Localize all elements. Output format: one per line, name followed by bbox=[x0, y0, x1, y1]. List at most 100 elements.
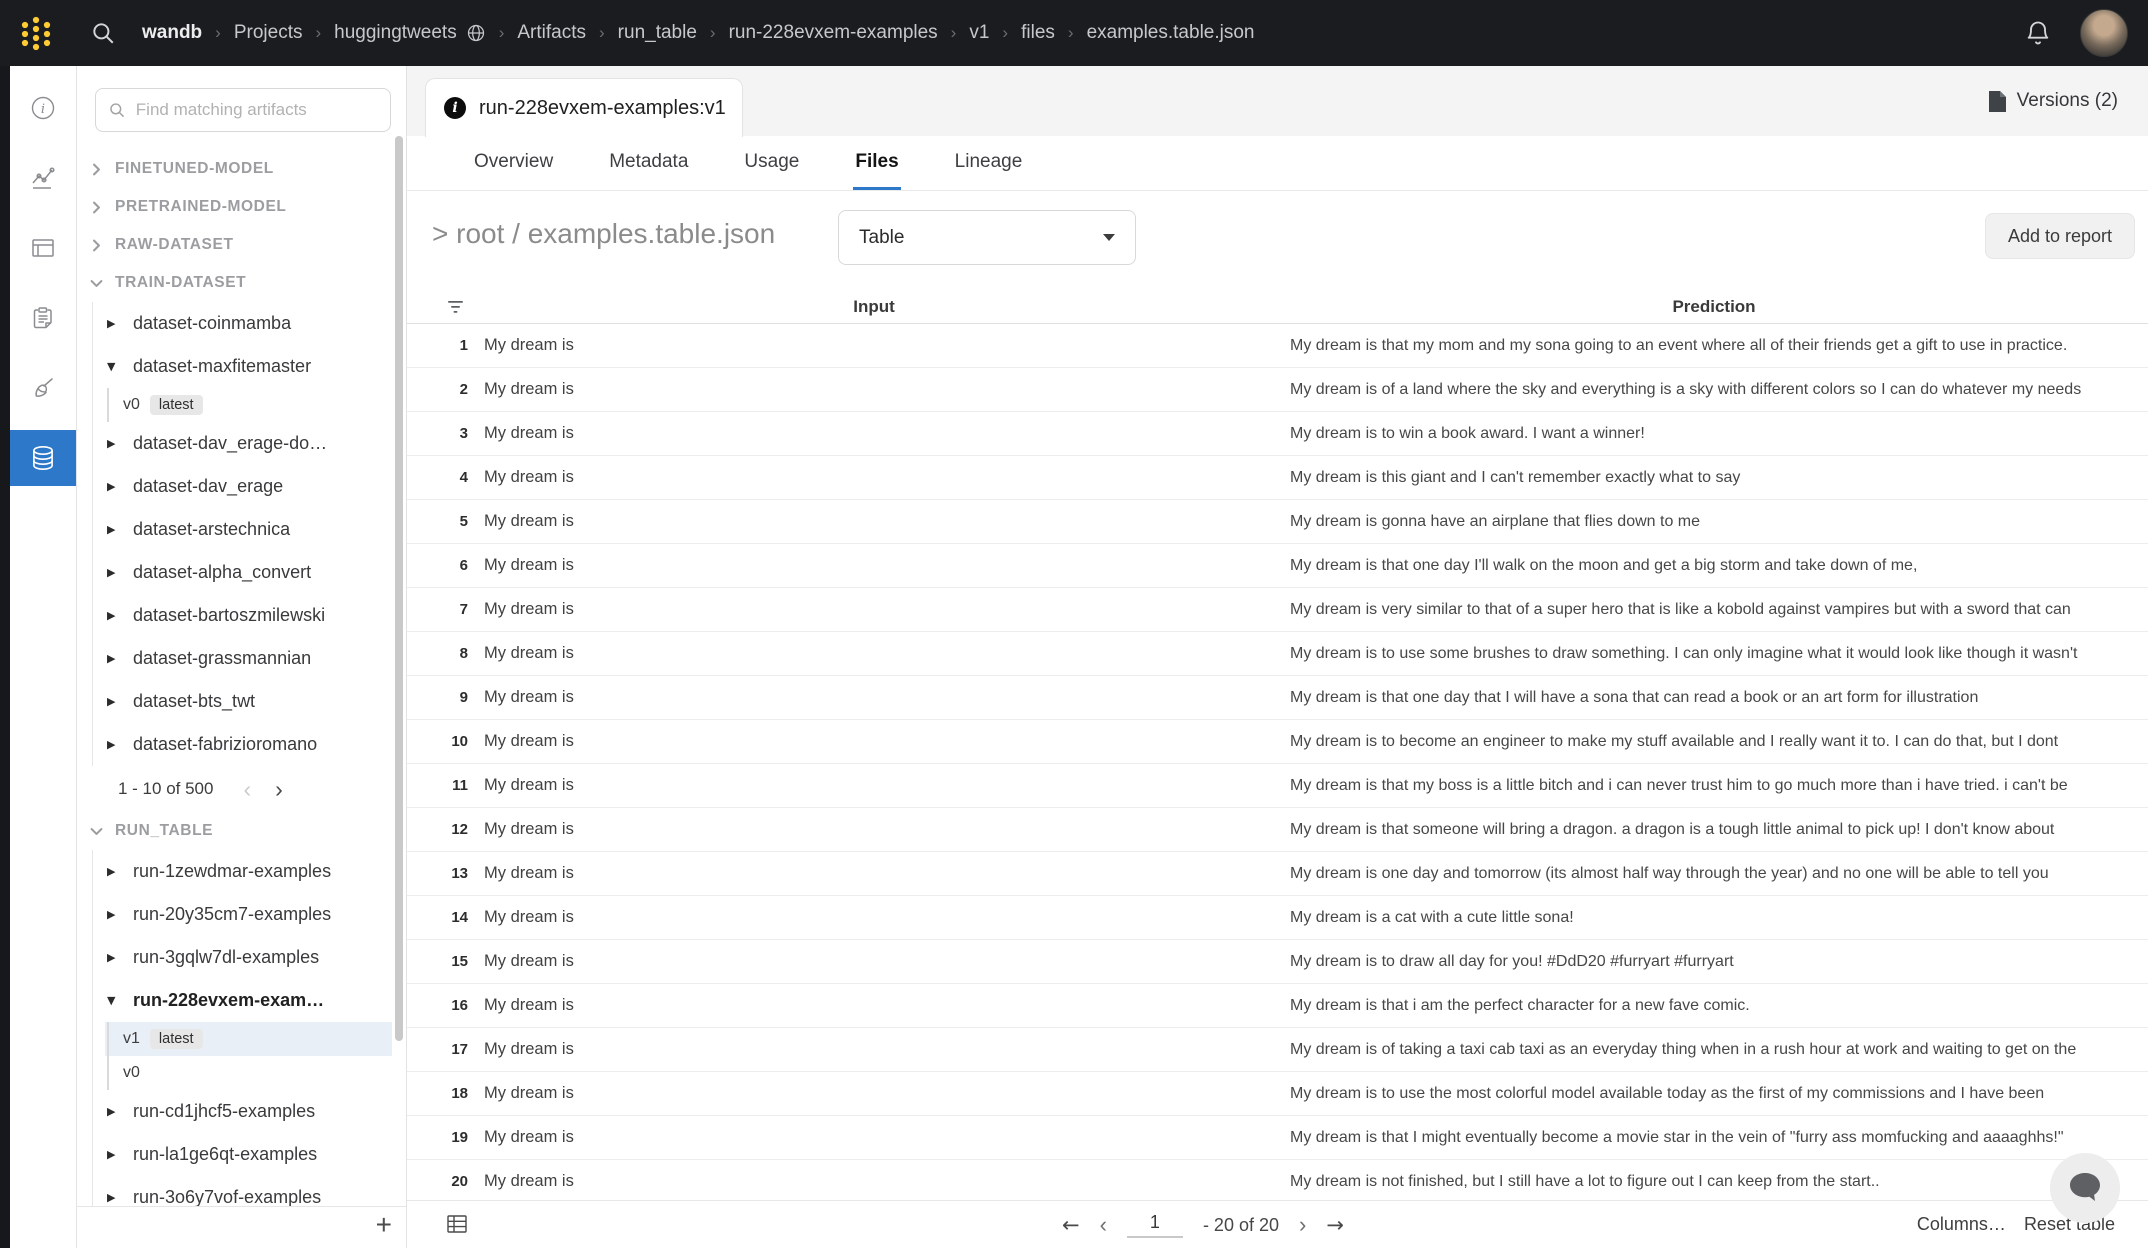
table-row[interactable]: 1My dream isMy dream is that my mom and … bbox=[407, 324, 2148, 368]
table-row[interactable]: 6My dream isMy dream is that one day I'l… bbox=[407, 544, 2148, 588]
column-header-prediction[interactable]: Prediction bbox=[1280, 297, 2148, 317]
tree-item-dataset-maxfitemaster[interactable]: ▼dataset-maxfitemaster bbox=[77, 345, 394, 388]
sidebar-scrollbar[interactable] bbox=[395, 136, 403, 1041]
versions-button[interactable]: Versions (2) bbox=[1988, 66, 2118, 136]
tree-item-run-20y35cm7-examples[interactable]: ▶run-20y35cm7-examples bbox=[77, 893, 394, 936]
artifact-search-input[interactable] bbox=[134, 99, 378, 121]
last-page-arrow[interactable]: → bbox=[1326, 1213, 1344, 1237]
version-label: v0 bbox=[123, 396, 140, 414]
input-cell: My dream is bbox=[468, 512, 1280, 531]
breadcrumb-artifacts[interactable]: Artifacts bbox=[517, 22, 586, 44]
table-row[interactable]: 13My dream isMy dream is one day and tom… bbox=[407, 852, 2148, 896]
table-row[interactable]: 10My dream isMy dream is to become an en… bbox=[407, 720, 2148, 764]
breadcrumb-run-228evxem-examples[interactable]: run-228evxem-examples bbox=[729, 22, 938, 44]
add-artifact-button[interactable]: + bbox=[376, 1209, 392, 1241]
artifact-version-tab[interactable]: i run-228evxem-examples:v1 bbox=[425, 78, 743, 137]
breadcrumb-v1[interactable]: v1 bbox=[969, 22, 989, 44]
tree-item-dataset-alpha-convert[interactable]: ▶dataset-alpha_convert bbox=[77, 551, 394, 594]
tab-lineage[interactable]: Lineage bbox=[953, 136, 1025, 190]
table-row[interactable]: 2My dream isMy dream is of a land where … bbox=[407, 368, 2148, 412]
breadcrumb-wandb[interactable]: wandb bbox=[142, 22, 202, 44]
tree-item-run-228evxem-exam[interactable]: ▼run-228evxem-exam… bbox=[77, 979, 394, 1022]
breadcrumb-files[interactable]: files bbox=[1021, 22, 1055, 44]
tree-item-dataset-bartoszmilewski[interactable]: ▶dataset-bartoszmilewski bbox=[77, 594, 394, 637]
prev-page-chevron[interactable]: ‹ bbox=[1100, 1212, 1107, 1238]
filter-icon[interactable] bbox=[447, 300, 464, 314]
breadcrumb-run-table[interactable]: run_table bbox=[618, 22, 697, 44]
tree-item-run-la1ge6qt-examples[interactable]: ▶run-la1ge6qt-examples bbox=[77, 1133, 394, 1176]
triangle-down-icon: ▼ bbox=[107, 360, 120, 373]
rail-item-sweeps[interactable] bbox=[10, 353, 76, 423]
rail-item-info[interactable]: i bbox=[10, 73, 76, 143]
tree-section-run-table[interactable]: RUN_TABLE bbox=[77, 812, 394, 850]
rail-item-reports[interactable] bbox=[10, 283, 76, 353]
table-row[interactable]: 9My dream isMy dream is that one day tha… bbox=[407, 676, 2148, 720]
breadcrumb-huggingtweets[interactable]: huggingtweets bbox=[334, 22, 457, 44]
tab-files[interactable]: Files bbox=[853, 136, 900, 190]
tree-version-v1[interactable]: v1latest bbox=[77, 1022, 394, 1056]
table-row[interactable]: 20My dream isMy dream is not finished, b… bbox=[407, 1160, 2148, 1204]
view-mode-select[interactable]: Table bbox=[838, 210, 1136, 265]
tree-item-dataset-arstechnica[interactable]: ▶dataset-arstechnica bbox=[77, 508, 394, 551]
tree-version-v0[interactable]: v0 bbox=[77, 1056, 394, 1090]
tree-item-dataset-bts-twt[interactable]: ▶dataset-bts_twt bbox=[77, 680, 394, 723]
tree-item-run-3gqlw7dl-examples[interactable]: ▶run-3gqlw7dl-examples bbox=[77, 936, 394, 979]
search-icon[interactable] bbox=[90, 20, 116, 46]
tree-version-v0[interactable]: v0latest bbox=[77, 388, 394, 422]
tree-item-dataset-grassmannian[interactable]: ▶dataset-grassmannian bbox=[77, 637, 394, 680]
row-index: 9 bbox=[420, 689, 468, 706]
breadcrumb-projects[interactable]: Projects bbox=[234, 22, 303, 44]
table-row[interactable]: 3My dream isMy dream is to win a book aw… bbox=[407, 412, 2148, 456]
tree-item-run-1zewdmar-examples[interactable]: ▶run-1zewdmar-examples bbox=[77, 850, 394, 893]
rail-item-charts[interactable] bbox=[10, 143, 76, 213]
table-row[interactable]: 19My dream isMy dream is that I might ev… bbox=[407, 1116, 2148, 1160]
file-path[interactable]: > root / examples.table.json bbox=[432, 218, 775, 250]
tree-section-finetuned-model[interactable]: FINETUNED-MODEL bbox=[77, 150, 394, 188]
chat-support-fab[interactable] bbox=[2050, 1153, 2120, 1223]
table-row[interactable]: 17My dream isMy dream is of taking a tax… bbox=[407, 1028, 2148, 1072]
table-row[interactable]: 16My dream isMy dream is that i am the p… bbox=[407, 984, 2148, 1028]
tree-item-dataset-dav-erage-do[interactable]: ▶dataset-dav_erage-do… bbox=[77, 422, 394, 465]
tab-metadata[interactable]: Metadata bbox=[607, 136, 690, 190]
rail-item-tables[interactable] bbox=[10, 213, 76, 283]
tree-item-dataset-fabrizioromano[interactable]: ▶dataset-fabrizioromano bbox=[77, 723, 394, 766]
table-row[interactable]: 12My dream isMy dream is that someone wi… bbox=[407, 808, 2148, 852]
page-number-input[interactable]: 1 bbox=[1127, 1212, 1183, 1238]
tree-section-train-dataset[interactable]: TRAIN-DATASET bbox=[77, 264, 394, 302]
chat-bubble-icon bbox=[2067, 1171, 2103, 1205]
tree-item-run-cd1jhcf5-examples[interactable]: ▶run-cd1jhcf5-examples bbox=[77, 1090, 394, 1133]
rail-item-artifacts[interactable] bbox=[10, 430, 76, 486]
tree-item-dataset-dav-erage[interactable]: ▶dataset-dav_erage bbox=[77, 465, 394, 508]
table-row[interactable]: 4My dream isMy dream is this giant and I… bbox=[407, 456, 2148, 500]
breadcrumb-examples-table-json[interactable]: examples.table.json bbox=[1087, 22, 1255, 44]
table-view-icon[interactable] bbox=[447, 1215, 467, 1233]
table-row[interactable]: 14My dream isMy dream is a cat with a cu… bbox=[407, 896, 2148, 940]
artifact-search[interactable] bbox=[95, 88, 391, 132]
tree-item-run-3o6y7vof-examples[interactable]: ▶run-3o6y7vof-examples bbox=[77, 1176, 394, 1207]
avatar[interactable] bbox=[2080, 9, 2128, 57]
tree-section-raw-dataset[interactable]: RAW-DATASET bbox=[77, 226, 394, 264]
wandb-logo-icon[interactable] bbox=[16, 13, 56, 53]
input-cell: My dream is bbox=[468, 556, 1280, 575]
notifications-bell-icon[interactable] bbox=[2024, 19, 2052, 47]
triangle-right-icon: ▶ bbox=[107, 951, 120, 964]
input-cell: My dream is bbox=[468, 1172, 1280, 1191]
table-row[interactable]: 8My dream isMy dream is to use some brus… bbox=[407, 632, 2148, 676]
table-row[interactable]: 5My dream isMy dream is gonna have an ai… bbox=[407, 500, 2148, 544]
next-page-chevron[interactable]: › bbox=[1299, 1212, 1306, 1238]
next-chevron[interactable]: › bbox=[275, 778, 283, 801]
add-to-report-button[interactable]: Add to report bbox=[1985, 213, 2135, 259]
table-row[interactable]: 11My dream isMy dream is that my boss is… bbox=[407, 764, 2148, 808]
table-row[interactable]: 18My dream isMy dream is to use the most… bbox=[407, 1072, 2148, 1116]
first-page-arrow[interactable]: ← bbox=[1062, 1213, 1080, 1237]
prediction-cell: My dream is one day and tomorrow (its al… bbox=[1280, 865, 2148, 883]
columns-button[interactable]: Columns… bbox=[1917, 1214, 2006, 1235]
tab-overview[interactable]: Overview bbox=[472, 136, 555, 190]
table-row[interactable]: 7My dream isMy dream is very similar to … bbox=[407, 588, 2148, 632]
tree-item-dataset-coinmamba[interactable]: ▶dataset-coinmamba bbox=[77, 302, 394, 345]
column-header-input[interactable]: Input bbox=[468, 297, 1280, 317]
tab-usage[interactable]: Usage bbox=[742, 136, 801, 190]
table-row[interactable]: 15My dream isMy dream is to draw all day… bbox=[407, 940, 2148, 984]
prev-chevron[interactable]: ‹ bbox=[243, 778, 251, 801]
tree-section-pretrained-model[interactable]: PRETRAINED-MODEL bbox=[77, 188, 394, 226]
